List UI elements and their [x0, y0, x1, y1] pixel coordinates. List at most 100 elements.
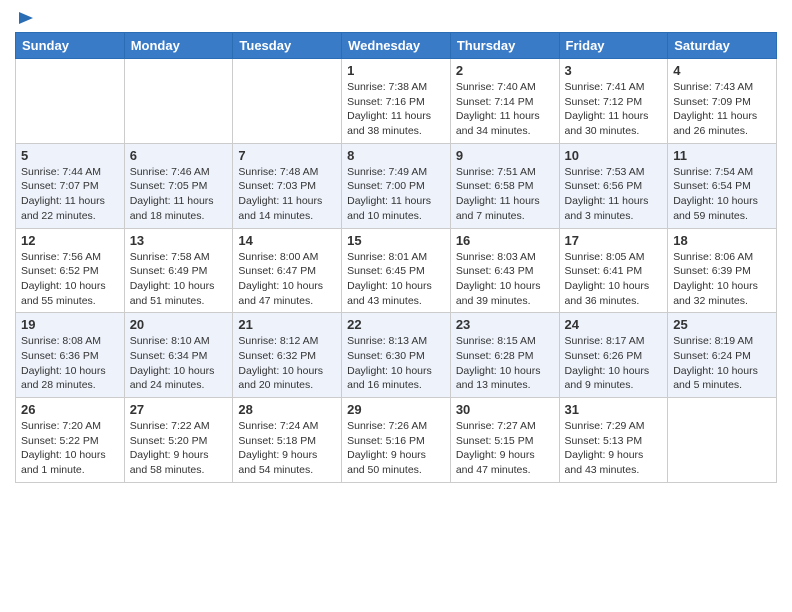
- calendar-cell: 27Sunrise: 7:22 AMSunset: 5:20 PMDayligh…: [124, 398, 233, 483]
- calendar-header-row: SundayMondayTuesdayWednesdayThursdayFrid…: [16, 33, 777, 59]
- calendar-cell: 24 Sunrise: 8:17 AM Sunset: 6:26 PM Dayligh…: [559, 313, 668, 398]
- calendar-cell: 2Sunrise: 7:40 AMSunset: 7:14 PMDaylight…: [450, 59, 559, 144]
- day-info-line: Sunrise: 7:22 AM: [130, 420, 210, 432]
- calendar-cell: [668, 398, 777, 483]
- day-info-line: Sunset: 6:32 PM: [238, 350, 316, 362]
- day-info-line: Sunrise: 7:51 AM: [456, 166, 536, 178]
- day-number: 24: [565, 317, 663, 332]
- day-number: 5: [21, 148, 119, 163]
- day-info: Sunrise: 7:56 AMSunset: 6:52 PMDaylight:…: [21, 250, 119, 309]
- day-info-line: Sunset: 6:49 PM: [130, 265, 208, 277]
- day-info-line: Sunrise: 8:15 AM: [456, 335, 536, 347]
- calendar-cell: 12Sunrise: 7:56 AMSunset: 6:52 PMDayligh…: [16, 228, 125, 313]
- header: [15, 10, 777, 24]
- day-info-line: Daylight: 11 hours and 10 minutes.: [347, 195, 431, 222]
- day-info-line: Daylight: 10 hours and 36 minutes.: [565, 280, 650, 307]
- calendar-cell: 4Sunrise: 7:43 AMSunset: 7:09 PMDaylight…: [668, 59, 777, 144]
- day-info: Sunrise: 8:17 AM Sunset: 6:26 PM Daylight:…: [565, 334, 663, 393]
- calendar-header-sunday: Sunday: [16, 33, 125, 59]
- day-info-line: Daylight: 11 hours and 7 minutes.: [456, 195, 540, 222]
- calendar-cell: 18Sunrise: 8:06 AMSunset: 6:39 PMDayligh…: [668, 228, 777, 313]
- calendar-table: SundayMondayTuesdayWednesdayThursdayFrid…: [15, 32, 777, 483]
- calendar-header-saturday: Saturday: [668, 33, 777, 59]
- day-info: Sunrise: 7:53 AMSunset: 6:56 PMDaylight:…: [565, 165, 663, 224]
- day-info-line: Sunrise: 8:17 AM: [565, 335, 645, 347]
- day-number: 28: [238, 402, 336, 417]
- day-info-line: Sunset: 7:09 PM: [673, 96, 751, 108]
- day-info-line: Sunset: 5:16 PM: [347, 435, 425, 447]
- day-number: 9: [456, 148, 554, 163]
- day-info-line: Sunset: 6:45 PM: [347, 265, 425, 277]
- day-info-line: Sunrise: 8:03 AM: [456, 251, 536, 263]
- day-info-line: Sunrise: 8:06 AM: [673, 251, 753, 263]
- day-info-line: Sunset: 6:36 PM: [21, 350, 99, 362]
- day-info-line: Sunrise: 7:54 AM: [673, 166, 753, 178]
- day-info-line: Daylight: 10 hours and 47 minutes.: [238, 280, 323, 307]
- logo: [15, 10, 35, 24]
- day-info: Sunrise: 7:24 AMSunset: 5:18 PMDaylight:…: [238, 419, 336, 478]
- day-info-line: Daylight: 9 hours and 47 minutes.: [456, 449, 535, 476]
- day-info: Sunrise: 8:19 AMSunset: 6:24 PMDaylight:…: [673, 334, 771, 393]
- day-info-line: Daylight: 10 hours and 9 minutes.: [565, 365, 650, 392]
- day-info-line: Sunset: 6:30 PM: [347, 350, 425, 362]
- day-info-line: Sunrise: 7:46 AM: [130, 166, 210, 178]
- day-number: 1: [347, 63, 445, 78]
- day-number: 30: [456, 402, 554, 417]
- calendar-cell: 21Sunrise: 8:12 AMSunset: 6:32 PMDayligh…: [233, 313, 342, 398]
- day-info-line: Sunrise: 7:20 AM: [21, 420, 101, 432]
- day-info-line: Daylight: 10 hours and 24 minutes.: [130, 365, 215, 392]
- day-number: 18: [673, 233, 771, 248]
- day-info-line: Daylight: 9 hours and 58 minutes.: [130, 449, 209, 476]
- day-number: 13: [130, 233, 228, 248]
- calendar-cell: 19Sunrise: 8:08 AMSunset: 6:36 PMDayligh…: [16, 313, 125, 398]
- day-info: Sunrise: 7:46 AMSunset: 7:05 PMDaylight:…: [130, 165, 228, 224]
- day-info-line: Sunrise: 7:26 AM: [347, 420, 427, 432]
- calendar-cell: 7Sunrise: 7:48 AMSunset: 7:03 PMDaylight…: [233, 143, 342, 228]
- day-info-line: Sunset: 6:54 PM: [673, 180, 751, 192]
- calendar-cell: 29 Sunrise: 7:26 AM Sunset: 5:16 PM Dayligh…: [342, 398, 451, 483]
- day-info-line: Daylight: 10 hours and 43 minutes.: [347, 280, 432, 307]
- calendar-cell: 22Sunrise: 8:13 AMSunset: 6:30 PMDayligh…: [342, 313, 451, 398]
- day-info-line: Sunset: 7:00 PM: [347, 180, 425, 192]
- day-info-line: Sunrise: 7:53 AM: [565, 166, 645, 178]
- day-info-line: Sunrise: 7:27 AM: [456, 420, 536, 432]
- day-info-line: Sunrise: 8:08 AM: [21, 335, 101, 347]
- calendar-cell: 6Sunrise: 7:46 AMSunset: 7:05 PMDaylight…: [124, 143, 233, 228]
- day-number: 8: [347, 148, 445, 163]
- day-info: Sunrise: 8:12 AMSunset: 6:32 PMDaylight:…: [238, 334, 336, 393]
- day-info-line: Daylight: 10 hours and 1 minute.: [21, 449, 106, 476]
- day-info: Sunrise: 7:26 AM Sunset: 5:16 PM Daylight:…: [347, 419, 445, 478]
- day-info-line: Daylight: 10 hours and 20 minutes.: [238, 365, 323, 392]
- day-info-line: Sunset: 6:43 PM: [456, 265, 534, 277]
- calendar-cell: 5Sunrise: 7:44 AMSunset: 7:07 PMDaylight…: [16, 143, 125, 228]
- day-info: Sunrise: 7:48 AMSunset: 7:03 PMDaylight:…: [238, 165, 336, 224]
- day-info-line: Sunrise: 7:38 AM: [347, 81, 427, 93]
- calendar-cell: 16Sunrise: 8:03 AMSunset: 6:43 PMDayligh…: [450, 228, 559, 313]
- day-info: Sunrise: 8:05 AMSunset: 6:41 PMDaylight:…: [565, 250, 663, 309]
- day-info-line: Daylight: 10 hours and 13 minutes.: [456, 365, 541, 392]
- day-info-line: Daylight: 10 hours and 39 minutes.: [456, 280, 541, 307]
- calendar-cell: 20Sunrise: 8:10 AMSunset: 6:34 PMDayligh…: [124, 313, 233, 398]
- day-info: Sunrise: 7:49 AMSunset: 7:00 PMDaylight:…: [347, 165, 445, 224]
- day-info-line: Daylight: 9 hours and 43 minutes.: [565, 449, 644, 476]
- day-info-line: Daylight: 10 hours and 51 minutes.: [130, 280, 215, 307]
- day-info-line: Sunset: 6:58 PM: [456, 180, 534, 192]
- day-info-line: Sunset: 6:26 PM: [565, 350, 643, 362]
- day-info: Sunrise: 7:40 AMSunset: 7:14 PMDaylight:…: [456, 80, 554, 139]
- day-info-line: Daylight: 11 hours and 34 minutes.: [456, 110, 540, 137]
- calendar-header-thursday: Thursday: [450, 33, 559, 59]
- calendar-cell: 10Sunrise: 7:53 AMSunset: 6:56 PMDayligh…: [559, 143, 668, 228]
- day-info-line: Daylight: 9 hours and 50 minutes.: [347, 449, 426, 476]
- day-info-line: Sunset: 5:13 PM: [565, 435, 643, 447]
- day-info-line: Daylight: 11 hours and 30 minutes.: [565, 110, 649, 137]
- calendar-cell: 23Sunrise: 8:15 AMSunset: 6:28 PMDayligh…: [450, 313, 559, 398]
- day-number: 29: [347, 402, 445, 417]
- day-number: 17: [565, 233, 663, 248]
- day-info-line: Sunrise: 7:24 AM: [238, 420, 318, 432]
- calendar-week-row: 5Sunrise: 7:44 AMSunset: 7:07 PMDaylight…: [16, 143, 777, 228]
- day-number: 25: [673, 317, 771, 332]
- day-info-line: Sunrise: 7:43 AM: [673, 81, 753, 93]
- day-info-line: Sunset: 6:24 PM: [673, 350, 751, 362]
- day-number: 27: [130, 402, 228, 417]
- day-number: 3: [565, 63, 663, 78]
